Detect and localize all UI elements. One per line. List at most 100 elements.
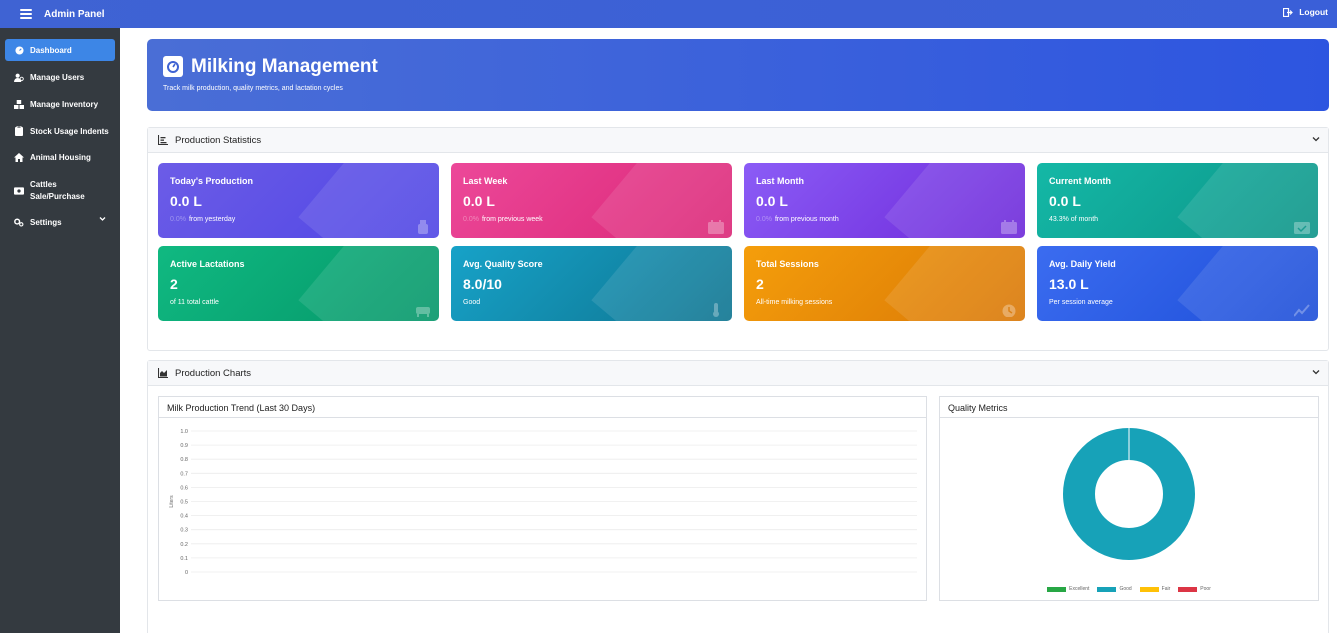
logout-label: Logout [1299,7,1328,17]
stat-card-active-lactations: Active Lactations 2 of 11 total cattle [158,246,439,321]
milk-production-trend-chart: 1.0 0.9 0.8 0.7 0.6 0.5 0.4 0.3 0.2 0.1 0 Liters [169,429,917,576]
sidebar: Dashboard Manage Users Manage Inventory … [0,28,120,633]
y-tick-label: 0.9 [180,443,188,449]
bottle-icon [418,220,428,234]
stat-sub-label: All-time milking sessions [756,299,833,306]
legend-item[interactable]: Excellent [1047,586,1089,592]
logout-icon [1283,7,1294,17]
stat-value: 0.0 L [756,193,788,209]
stat-subtext: All-time milking sessions [756,299,832,306]
stat-change: 0.0% [756,216,772,223]
stat-sub-label: 43.3% of month [1049,216,1099,223]
stat-sub-label: of 11 total cattle [170,299,219,306]
quality-metrics-card: Quality Metrics Excellent Good Fair Poor [939,396,1319,601]
sidebar-item-dashboard[interactable]: Dashboard [5,39,115,61]
legend-swatch [1047,586,1067,592]
dashboard-icon [14,45,24,55]
stat-label: Last Month [756,176,804,186]
legend-item[interactable]: Poor [1178,586,1211,592]
sidebar-item-label: Manage Users [30,72,85,82]
y-tick-label: 0.5 [180,500,188,506]
sidebar-item-manage-inventory[interactable]: Manage Inventory [5,93,115,115]
app-title: Admin Panel [44,8,105,20]
stat-sub-label: from previous week [481,216,543,223]
quality-metrics-donut-chart [1063,428,1195,560]
y-axis-label: Liters [169,495,175,508]
calendar-check-icon [1294,222,1310,234]
sidebar-item-label: Animal Housing [30,152,91,162]
clipboard-icon [14,126,24,136]
y-tick-label: 0 [185,570,188,576]
y-tick-label: 0.8 [180,457,188,463]
stat-sub-label: from previous month [774,216,839,223]
milk-production-trend-card: Milk Production Trend (Last 30 Days) 1.0… [158,396,927,601]
calendar-icon [1001,220,1017,234]
sidebar-item-label: Stock Usage Indents [30,126,109,136]
menu-toggle-icon[interactable] [20,9,32,19]
inventory-icon [14,99,24,109]
trend-icon [1294,304,1310,317]
legend-label: Good [1119,586,1132,592]
stat-subtext: 0.0% from yesterday [170,216,235,223]
calendar-icon [708,220,724,234]
sidebar-item-label: Dashboard [30,45,72,55]
page-header-banner: Milking Management Track milk production… [147,39,1329,111]
bar-chart-icon [158,135,168,145]
sidebar-item-cattles-sale-purchase[interactable]: Cattles Sale/Purchase [5,176,115,206]
stat-value: 13.0 L [1049,276,1089,292]
stat-change: 0.0% [463,216,479,223]
main-content: Milking Management Track milk production… [120,28,1337,633]
legend-swatch [1178,586,1198,592]
stat-card-last-week: Last Week 0.0 L 0.0% from previous week [451,163,732,238]
logout-button[interactable]: Logout [1283,7,1328,17]
legend-swatch [1139,586,1159,592]
production-charts-panel: Production Charts Milk Production Trend … [147,360,1329,633]
stat-subtext: 43.3% of month [1049,216,1098,223]
legend-swatch [1097,586,1117,592]
stat-label: Current Month [1049,176,1111,186]
cow-icon [416,307,430,317]
top-navbar: Admin Panel Logout [0,0,1337,28]
y-tick-label: 1.0 [180,429,188,435]
panel-title: Production Statistics [175,134,262,146]
stat-subtext: 0.0% from previous week [463,216,543,223]
stat-label: Avg. Daily Yield [1049,259,1116,269]
chart-title: Quality Metrics [940,397,1318,418]
legend-item[interactable]: Fair [1139,586,1171,592]
sidebar-item-manage-users[interactable]: Manage Users [5,66,115,88]
legend-label: Excellent [1069,586,1090,592]
stat-card-last-month: Last Month 0.0 L 0.0% from previous month [744,163,1025,238]
stat-value: 0.0 L [463,193,495,209]
stat-card-avg-daily-yield: Avg. Daily Yield 13.0 L Per session aver… [1037,246,1318,321]
production-charts-header[interactable]: Production Charts [148,361,1328,386]
page-subtitle: Track milk production, quality metrics, … [163,85,343,92]
y-tick-label: 0.6 [180,485,188,491]
chevron-down-icon[interactable] [1312,369,1320,375]
stat-value: 8.0/10 [463,276,502,292]
weight-scale-icon [163,56,183,77]
stat-subtext: 0.0% from previous month [756,216,839,223]
y-tick-label: 0.2 [180,542,188,548]
production-statistics-header[interactable]: Production Statistics [148,128,1328,153]
legend-label: Fair [1161,586,1171,592]
legend-item[interactable]: Good [1097,586,1132,592]
y-tick-label: 0.7 [180,471,188,477]
sidebar-item-label: Settings [30,217,62,227]
y-tick-label: 0.3 [180,528,188,534]
sidebar-item-label: Manage Inventory [30,99,99,109]
chevron-down-icon[interactable] [1312,136,1320,142]
sidebar-item-stock-usage-indents[interactable]: Stock Usage Indents [5,120,115,142]
stat-value: 0.0 L [1049,193,1081,209]
stat-change: 0.0% [170,216,186,223]
stat-subtext: of 11 total cattle [170,299,219,306]
production-statistics-panel: Production Statistics Today's Production… [147,127,1329,351]
stat-card-todays-production: Today's Production 0.0 L 0.0% from yester… [158,163,439,238]
area-chart-icon [158,368,168,378]
y-tick-label: 0.4 [180,514,188,520]
stat-sub-label: Good [463,299,481,306]
panel-title: Production Charts [175,367,252,379]
stat-subtext: Per session average [1049,299,1113,306]
sidebar-item-label: Cattles Sale/Purchase [30,180,85,201]
sidebar-item-animal-housing[interactable]: Animal Housing [5,146,115,168]
sidebar-item-settings[interactable]: Settings [5,211,115,233]
